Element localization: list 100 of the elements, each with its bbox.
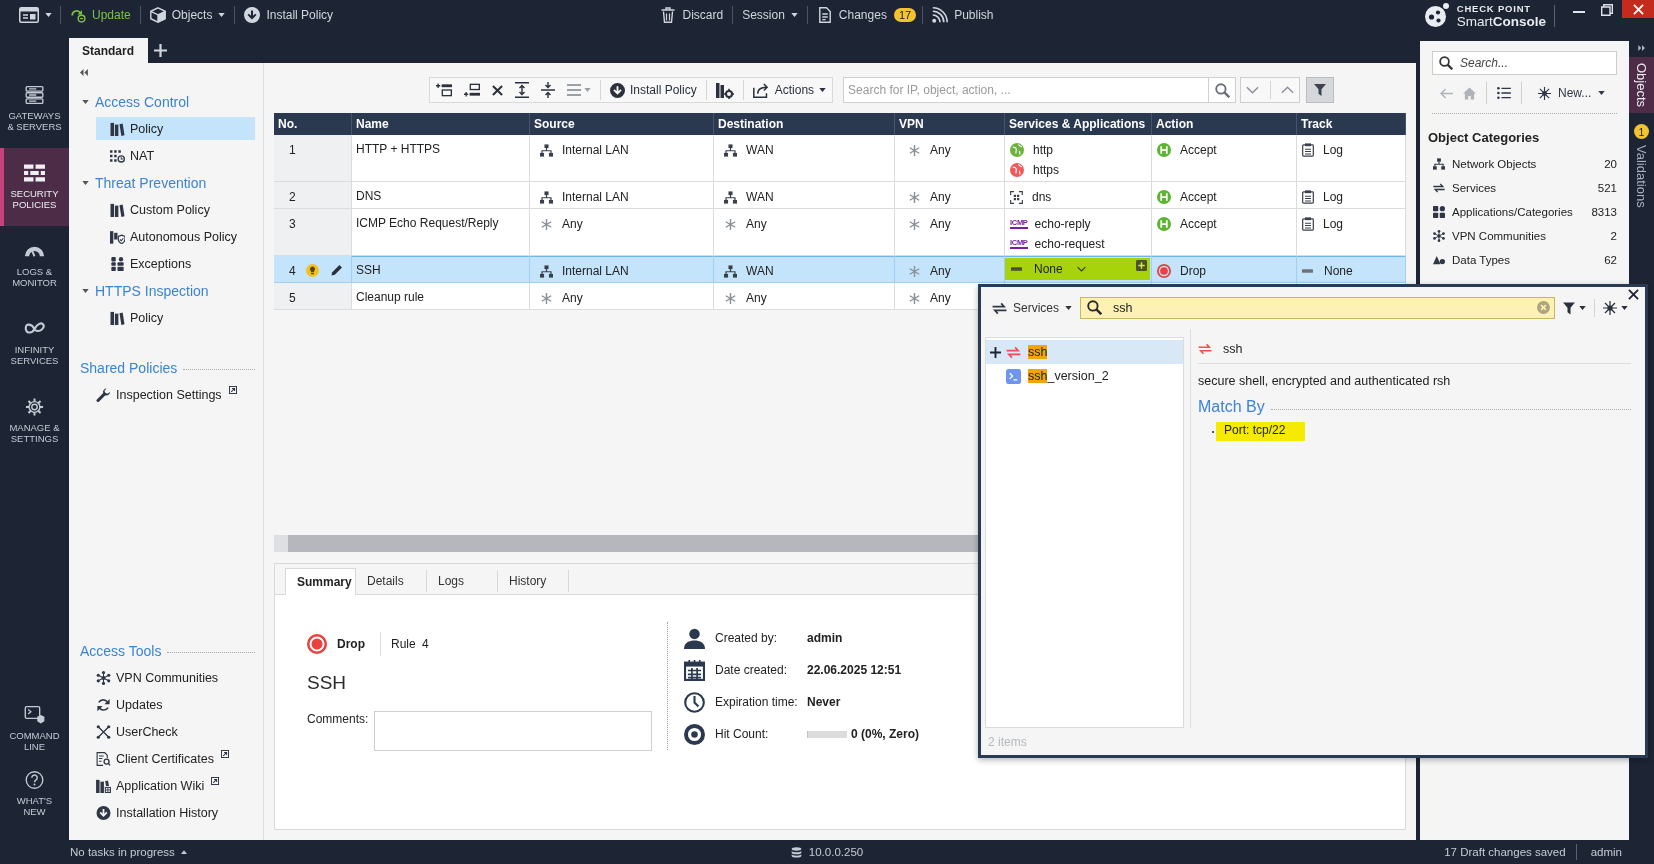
rule-row[interactable]: 4 SSH Internal LAN WAN Any None Drop None [274, 256, 1406, 283]
update-button[interactable]: Update [61, 3, 140, 27]
terminal-box-icon [24, 705, 45, 724]
action-label: Accept [1180, 217, 1217, 231]
actions-menu[interactable]: Actions [752, 82, 827, 98]
add-icon[interactable] [1136, 260, 1147, 271]
result-item[interactable]: ssh_version_2 [986, 364, 1183, 388]
user-icon [684, 627, 705, 649]
download-icon [610, 82, 625, 98]
install-policy-button[interactable]: Install Policy [610, 82, 697, 98]
object-label: dns [1032, 190, 1052, 204]
tree-item[interactable]: Custom Policy [96, 198, 255, 221]
service-dropdown[interactable]: None [1005, 258, 1150, 280]
detail-tab[interactable]: History [498, 570, 569, 592]
sparkle-icon [1603, 301, 1617, 315]
category-link[interactable]: VPN Communities [1452, 230, 1611, 242]
database-icon [790, 845, 802, 859]
collapse-rows-icon[interactable] [541, 82, 555, 98]
install-policy-button[interactable]: Install Policy [235, 3, 343, 27]
tool-link[interactable]: VPN Communities [116, 670, 219, 685]
tool-link[interactable]: Updates [116, 697, 163, 712]
add-rule-above-icon[interactable] [436, 83, 452, 97]
double-chevron-right-icon[interactable] [1637, 45, 1646, 51]
nav-item[interactable]: GATEWAYS & SERVERS [0, 70, 69, 148]
objects-menu[interactable]: Objects [140, 3, 235, 27]
tree-item[interactable]: Exceptions [96, 252, 255, 275]
detail-tab[interactable]: Logs [427, 570, 498, 592]
new-object-menu[interactable]: New... [1538, 86, 1606, 100]
tool-link[interactable]: UserCheck [116, 724, 178, 739]
tasks-button[interactable]: No tasks in progress [70, 846, 187, 858]
nav-item[interactable]: LOGS & MONITOR [0, 226, 69, 304]
side-tab[interactable]: Objects [1629, 57, 1654, 114]
count-badge: 17 [893, 8, 917, 22]
result-item[interactable]: ssh [986, 340, 1183, 364]
tree-heading[interactable]: Access Control [69, 88, 255, 115]
object-label: Any [930, 190, 951, 204]
side-tab[interactable]: 1 Validations [1629, 113, 1654, 214]
type-dropdown[interactable]: Services [992, 301, 1072, 315]
detail-tab[interactable]: Summary [285, 568, 356, 595]
filter-menu[interactable] [1563, 301, 1586, 315]
tool-link[interactable]: Inspection Settings [116, 387, 222, 402]
object-label: Any [746, 217, 767, 231]
category-link[interactable]: Applications/Categories [1452, 206, 1592, 218]
search-field[interactable]: ssh [1080, 297, 1555, 319]
changes-button[interactable]: Changes [807, 3, 896, 27]
policy-tab[interactable]: Standard [69, 38, 148, 63]
filter-button[interactable] [1306, 77, 1335, 103]
books-gear-icon[interactable] [715, 81, 734, 99]
close-icon[interactable] [1628, 289, 1639, 300]
nav-item[interactable]: MANAGE & SETTINGS [0, 382, 69, 460]
tool-link[interactable]: Installation History [116, 805, 219, 820]
tree-heading[interactable]: HTTPS Inspection [69, 277, 255, 304]
comments-field[interactable] [374, 711, 652, 751]
chevron-down-icon[interactable] [1246, 86, 1260, 94]
caret-icon [45, 13, 52, 17]
nav-item[interactable]: SECURITY POLICIES [0, 148, 69, 226]
section-heading: Match By [1198, 398, 1265, 416]
tree-item[interactable]: Policy [96, 117, 255, 140]
add-rule-below-icon[interactable] [464, 83, 480, 97]
object-label: WAN [746, 143, 774, 157]
tree-heading[interactable]: Threat Prevention [69, 169, 255, 196]
session-menu[interactable]: Session [733, 3, 807, 27]
terminal-icon [1006, 368, 1021, 384]
tree-item[interactable]: Autonomous Policy [96, 225, 255, 248]
detail-tab[interactable]: Details [356, 570, 427, 592]
chevron-up-icon[interactable] [1280, 86, 1294, 94]
category-link[interactable]: Data Types [1452, 254, 1605, 266]
two-way-arrows-icon [992, 301, 1007, 315]
new-object-menu[interactable] [1603, 301, 1628, 315]
delete-icon[interactable] [492, 84, 503, 96]
plus-icon[interactable] [990, 346, 1001, 358]
section-heading: Shared Policies [80, 359, 178, 376]
category-link[interactable]: Services [1452, 182, 1598, 194]
nav-item[interactable]: COMMAND LINE [0, 696, 69, 761]
action-label: Accept [1180, 190, 1217, 204]
server-rack-icon [24, 86, 45, 104]
search-field[interactable]: Search for IP, object, action, ... [843, 77, 1210, 103]
tree-item[interactable]: NAT [96, 144, 255, 167]
publish-button[interactable]: Publish [923, 3, 1003, 27]
action-label: Drop [1180, 264, 1206, 278]
close-button[interactable] [1622, 0, 1654, 18]
track-label: Log [1323, 217, 1344, 231]
category-link[interactable]: Network Objects [1452, 158, 1605, 170]
network-icon [724, 190, 737, 204]
rule-row[interactable]: 2 DNS Internal LAN WAN Any dns Accept Log [274, 182, 1406, 209]
restore-icon[interactable] [1601, 4, 1613, 16]
double-chevron-left-icon[interactable] [79, 69, 88, 76]
list-icon[interactable] [1497, 87, 1511, 99]
discard-button[interactable]: Discard [651, 3, 733, 27]
expand-rows-icon[interactable] [515, 82, 529, 98]
category-count: 521 [1597, 182, 1617, 194]
rule-row[interactable]: 1 HTTP + HTTPS Internal LAN WAN Any http https Accept Log [274, 135, 1406, 182]
nav-item[interactable]: INFINITY SERVICES [0, 304, 69, 382]
tree-item[interactable]: Policy [96, 306, 255, 329]
search-button[interactable] [1209, 77, 1237, 103]
search-field[interactable]: Search... [1432, 51, 1617, 75]
tool-link[interactable]: Client Certificates [116, 751, 214, 766]
nav-item[interactable]: WHAT'S NEW [0, 761, 69, 826]
clipboard-icon [1302, 217, 1314, 231]
tool-link[interactable]: Application Wiki [116, 778, 205, 793]
